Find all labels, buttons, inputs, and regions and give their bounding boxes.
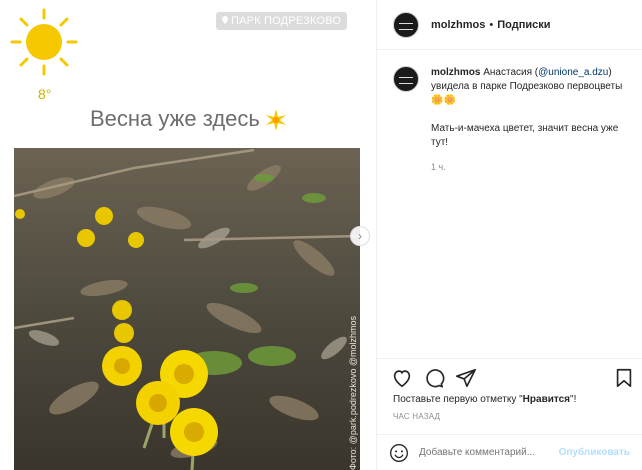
likes-prompt: Поставьте первую отметку "Нравится"!	[393, 394, 576, 405]
post-caption: molzhmos Анастасия (@unione_a.dzu) увиде…	[377, 50, 642, 174]
sun-icon	[10, 8, 78, 76]
likes-prefix: Поставьте первую отметку "	[393, 394, 523, 405]
post-actions	[377, 358, 642, 396]
follow-button[interactable]: Подписки	[497, 19, 550, 31]
next-photo-button[interactable]: ›	[350, 226, 370, 246]
post-side-panel: molzhmos • Подписки molzhmos Анастасия (…	[376, 0, 642, 470]
caption-username[interactable]: molzhmos	[431, 67, 480, 78]
post-header: molzhmos • Подписки	[377, 0, 642, 50]
heart-icon[interactable]	[391, 367, 413, 389]
caption-time[interactable]: 1 ч.	[431, 160, 626, 174]
post-timestamp[interactable]: ЧАС НАЗАД	[393, 412, 440, 421]
comment-input[interactable]	[419, 447, 559, 458]
publish-button[interactable]: Опубликовать	[559, 447, 630, 458]
header-separator: •	[489, 18, 494, 31]
location-pin-icon	[222, 16, 228, 24]
likes-like-link[interactable]: Нравится	[523, 394, 570, 405]
comment-bar: Опубликовать	[377, 434, 642, 470]
location-tag: ПАРК ПОДРЕЗКОВО	[216, 12, 348, 30]
emoji-icon[interactable]	[389, 443, 409, 463]
caption-avatar[interactable]	[393, 66, 419, 92]
temperature: 8°	[38, 86, 52, 102]
photo-credit: Фото: @park.podrezkovo @molzhmos	[348, 316, 358, 470]
sparkle-star-icon	[265, 109, 286, 132]
post-headline: Весна уже здесь	[90, 106, 288, 132]
likes-suffix: "!	[570, 394, 577, 405]
caption-text-before: Анастасия (	[483, 67, 539, 78]
caption-paragraph-2: Мать-и-мачеха цветет, значит весна уже т…	[431, 123, 619, 148]
comment-icon[interactable]	[423, 367, 445, 389]
post-media[interactable]: 8° ПАРК ПОДРЕЗКОВО Весна уже здесь Фото:…	[0, 0, 376, 470]
post-photo	[14, 148, 360, 470]
header-username[interactable]: molzhmos	[431, 19, 485, 31]
avatar[interactable]	[393, 11, 419, 38]
location-label: ПАРК ПОДРЕЗКОВО	[231, 15, 342, 27]
share-icon[interactable]	[455, 367, 477, 389]
bookmark-icon[interactable]	[613, 367, 635, 389]
caption-text: molzhmos Анастасия (@unione_a.dzu) увиде…	[431, 66, 626, 174]
caption-mention-link[interactable]: @unione_a.dzu	[538, 67, 608, 78]
headline-text: Весна уже здесь	[90, 106, 260, 131]
